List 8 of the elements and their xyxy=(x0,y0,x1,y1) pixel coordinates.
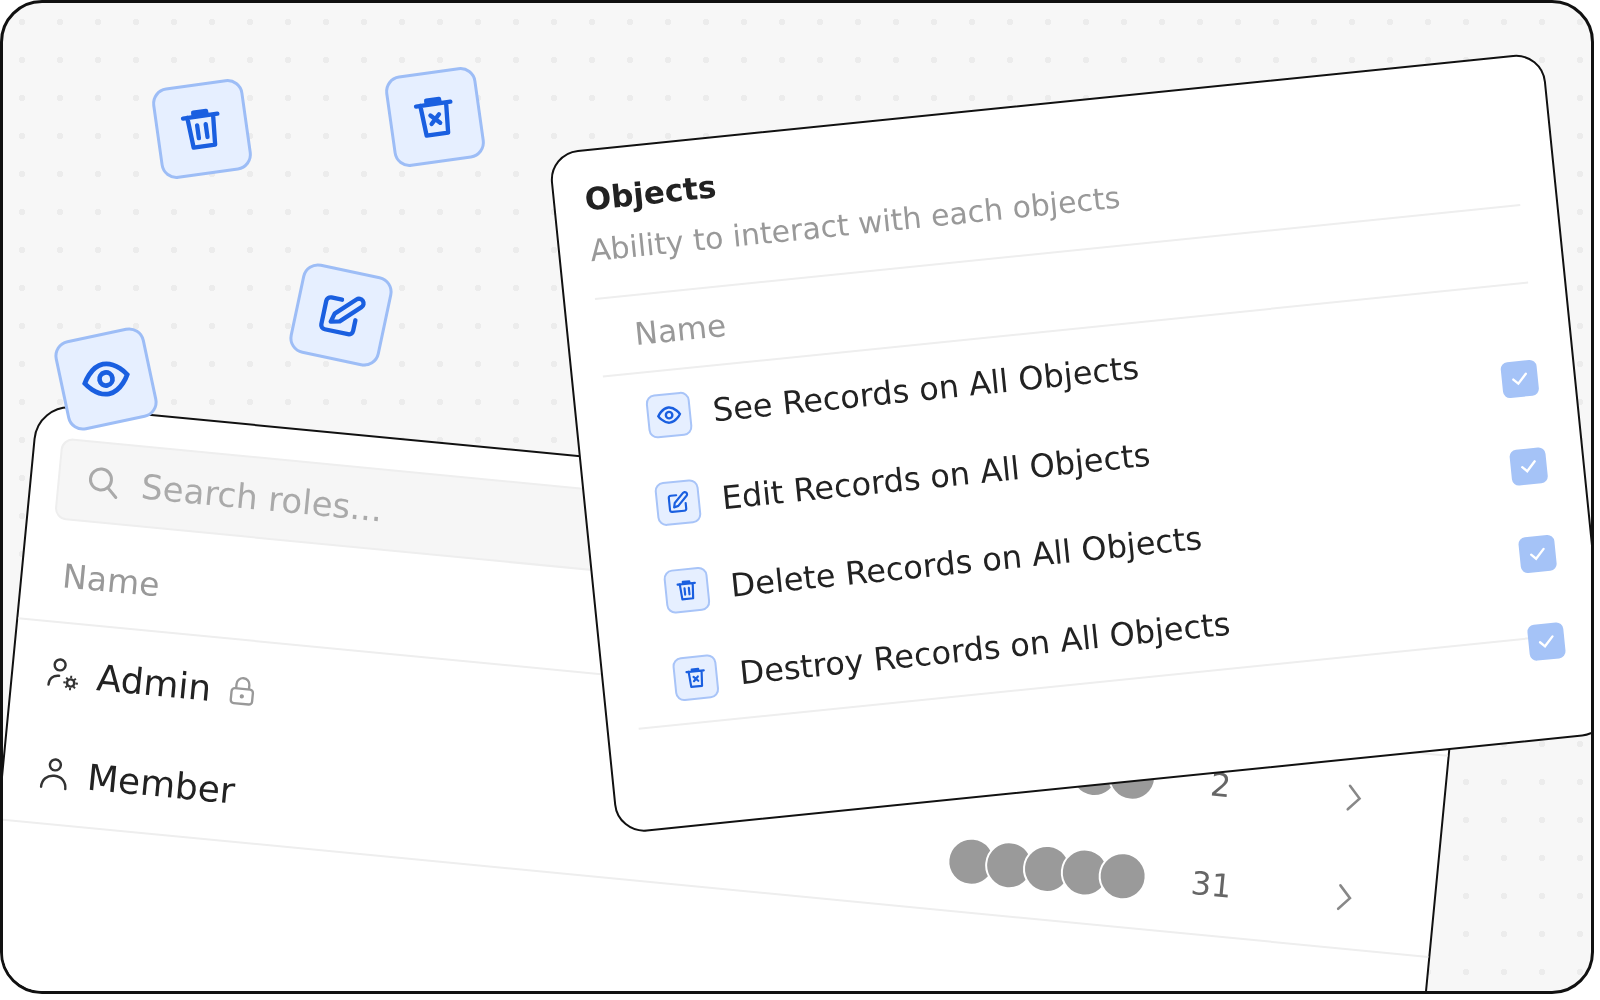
column-header: Name xyxy=(60,556,162,605)
role-name: Admin xyxy=(95,656,214,709)
role-name: Member xyxy=(85,756,237,812)
permission-label: Destroy Records on All Objects xyxy=(737,603,1233,693)
permission-label: Edit Records on All Objects xyxy=(719,434,1153,518)
member-count: 2 xyxy=(1207,764,1234,808)
member-count: 31 xyxy=(1188,862,1235,908)
permission-label: Delete Records on All Objects xyxy=(728,518,1205,605)
